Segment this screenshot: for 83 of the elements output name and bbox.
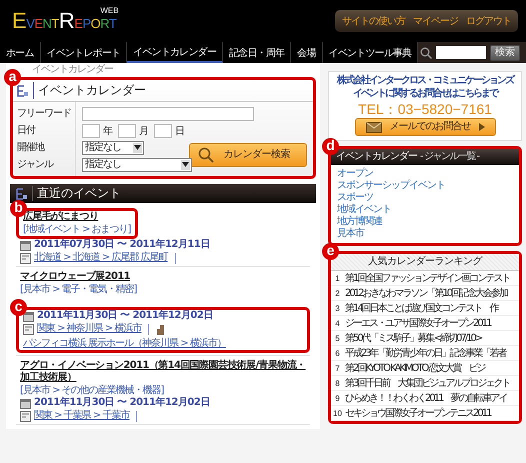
calendar-search-button[interactable]: カレンダー検索 xyxy=(188,142,307,166)
field-label: 開催地 xyxy=(17,140,46,155)
search-button[interactable]: 検索 xyxy=(490,44,520,60)
genre-link[interactable]: スポンサーシップイベント xyxy=(337,180,445,192)
place-dropdown[interactable]: 指定なし xyxy=(82,140,144,154)
rank-number: 4 xyxy=(334,318,341,328)
field-label: フリーワード xyxy=(17,107,71,121)
logo-mark-icon xyxy=(16,188,28,200)
unit-label: 日 xyxy=(175,124,185,138)
calendar-icon xyxy=(20,240,31,250)
ranking-link[interactable]: 第50代「ミス駒子」募集<締切07/10> xyxy=(345,331,482,345)
rank-number: 9 xyxy=(334,394,341,402)
rank-number: 3 xyxy=(334,304,341,312)
annotation-badge: a xyxy=(4,69,21,86)
envelope-icon xyxy=(366,122,382,132)
phone-number: TEL：03−5820−7161 xyxy=(358,101,492,117)
ranking-link[interactable]: セキショウ国際女子オープンテニス2011 xyxy=(345,406,490,420)
play-arrow-icon xyxy=(478,123,484,131)
account-link[interactable]: マイページ xyxy=(413,14,458,28)
section-heading: 直近のイベント xyxy=(32,186,121,201)
annotation-badge: c xyxy=(10,299,27,316)
year-field[interactable] xyxy=(82,124,100,138)
unit-label: 月 xyxy=(139,124,149,138)
event-dates: 2011年07月30日 〜 2011年12月11日 xyxy=(34,239,210,251)
field-label: ジャンル xyxy=(17,158,54,172)
field-label: 日付 xyxy=(17,124,36,138)
genre-link[interactable]: オープン xyxy=(337,168,373,180)
search-icon xyxy=(420,46,432,58)
ranking-link[interactable]: 平成23年「勤労青少年の日」記念事業「若者 xyxy=(345,346,506,360)
ranking-link[interactable]: ジーエス・ユアサ国際女子オープン2011 xyxy=(345,316,490,330)
keyword-field[interactable] xyxy=(82,106,254,120)
event-dates: 2011年11月30日 〜 2011年12月02日 xyxy=(34,397,210,409)
account-link[interactable]: ログアウト xyxy=(466,14,511,28)
logo-tag: WEB xyxy=(100,6,119,15)
month-field[interactable] xyxy=(118,124,136,138)
event-dates: 2011年11月30日 〜 2011年12月02日 xyxy=(37,310,213,322)
event-title-link[interactable]: アグロ・イノベーション2011（第14回国際園芸技術展/青果物流・加工技術展） xyxy=(20,360,306,384)
logo-mark-icon xyxy=(17,84,29,96)
rank-number: 6 xyxy=(334,348,341,358)
location-link[interactable]: 関東 > 千葉県 > 千葉市 xyxy=(34,410,130,422)
calendar-icon xyxy=(23,310,34,322)
breadcrumb-link[interactable]: イベントカレンダー xyxy=(32,64,113,76)
ranking-link[interactable]: 2012おきなわマラソン「第10回記念大会参加 xyxy=(345,286,508,300)
rank-number: 2 xyxy=(334,288,341,298)
event-title-link[interactable]: マイクロウェーブ展2011 xyxy=(20,271,130,283)
category-link[interactable]: [見本市 > 電子・電気・精密] xyxy=(20,284,137,296)
ranking-link[interactable]: 第14回日本ことば遊び国文コンテスト 作 xyxy=(345,301,498,315)
unit-label: 年 xyxy=(103,124,113,138)
annotation-badge: d xyxy=(322,138,339,155)
company-name: 株式会社インタークロス・コミュニケーションズ xyxy=(337,75,513,87)
search-field[interactable] xyxy=(436,46,486,59)
rank-number: 1 xyxy=(334,274,341,282)
rank-number: 7 xyxy=(334,364,341,372)
location-link[interactable]: 北海道 > 北海道 > 広尾郡 広尾町 xyxy=(34,252,168,264)
dropdown-arrow-icon xyxy=(182,162,189,167)
panel-title: イベントカレンダー xyxy=(33,82,146,99)
ranking-link[interactable]: ひらめき！！わくわく2011 夢の自転車アイ xyxy=(345,391,506,405)
rank-number: 10 xyxy=(332,408,343,418)
genre-link[interactable]: 見本市 xyxy=(337,228,364,240)
genre-link[interactable]: 地方博関連 xyxy=(337,216,382,228)
search-icon xyxy=(198,146,214,162)
ranking-title: 人気カレンダーランキング xyxy=(331,254,519,271)
genre-link[interactable]: 地域イベント xyxy=(337,204,391,216)
genre-dropdown[interactable]: 指定なし xyxy=(82,158,192,172)
ranking-link[interactable]: 第1回全国ファッションデザイン画コンテスト xyxy=(345,271,510,285)
rank-number: 8 xyxy=(334,378,341,388)
location-link[interactable]: 関東 > 神奈川県 > 横浜市 xyxy=(37,323,142,335)
annotation-badge: e xyxy=(322,243,339,260)
panel-subtitle: - ジャンル一覧 - xyxy=(420,151,479,163)
venue-link[interactable]: パシフィコ横浜 展示ホール（神奈川県 > 横浜市） xyxy=(23,338,226,350)
account-link[interactable]: サイトの使い方 xyxy=(342,14,405,28)
ranking-link[interactable]: 第2回KYOTO KAKIMOTO 恋文大賞 ビジ xyxy=(345,361,485,375)
genre-link[interactable]: スポーツ xyxy=(337,192,373,204)
calendar-icon xyxy=(20,398,31,408)
mail-contact-button[interactable]: メールでのお問合せ xyxy=(354,118,496,136)
category-link[interactable]: [地域イベント > おまつり] xyxy=(23,224,131,236)
dropdown-arrow-icon xyxy=(134,145,141,150)
ranking-link[interactable]: 第3回千日前 大集団ビジュアルプロジェクト xyxy=(345,376,510,390)
rank-number: 5 xyxy=(334,334,341,342)
day-field[interactable] xyxy=(154,124,172,138)
panel-title: イベントカレンダー xyxy=(336,151,417,163)
contact-note: イベントに関するお問合せはこちらまで xyxy=(353,88,497,100)
category-link[interactable]: [見本市 > その他の産業機械・機器] xyxy=(20,385,164,397)
